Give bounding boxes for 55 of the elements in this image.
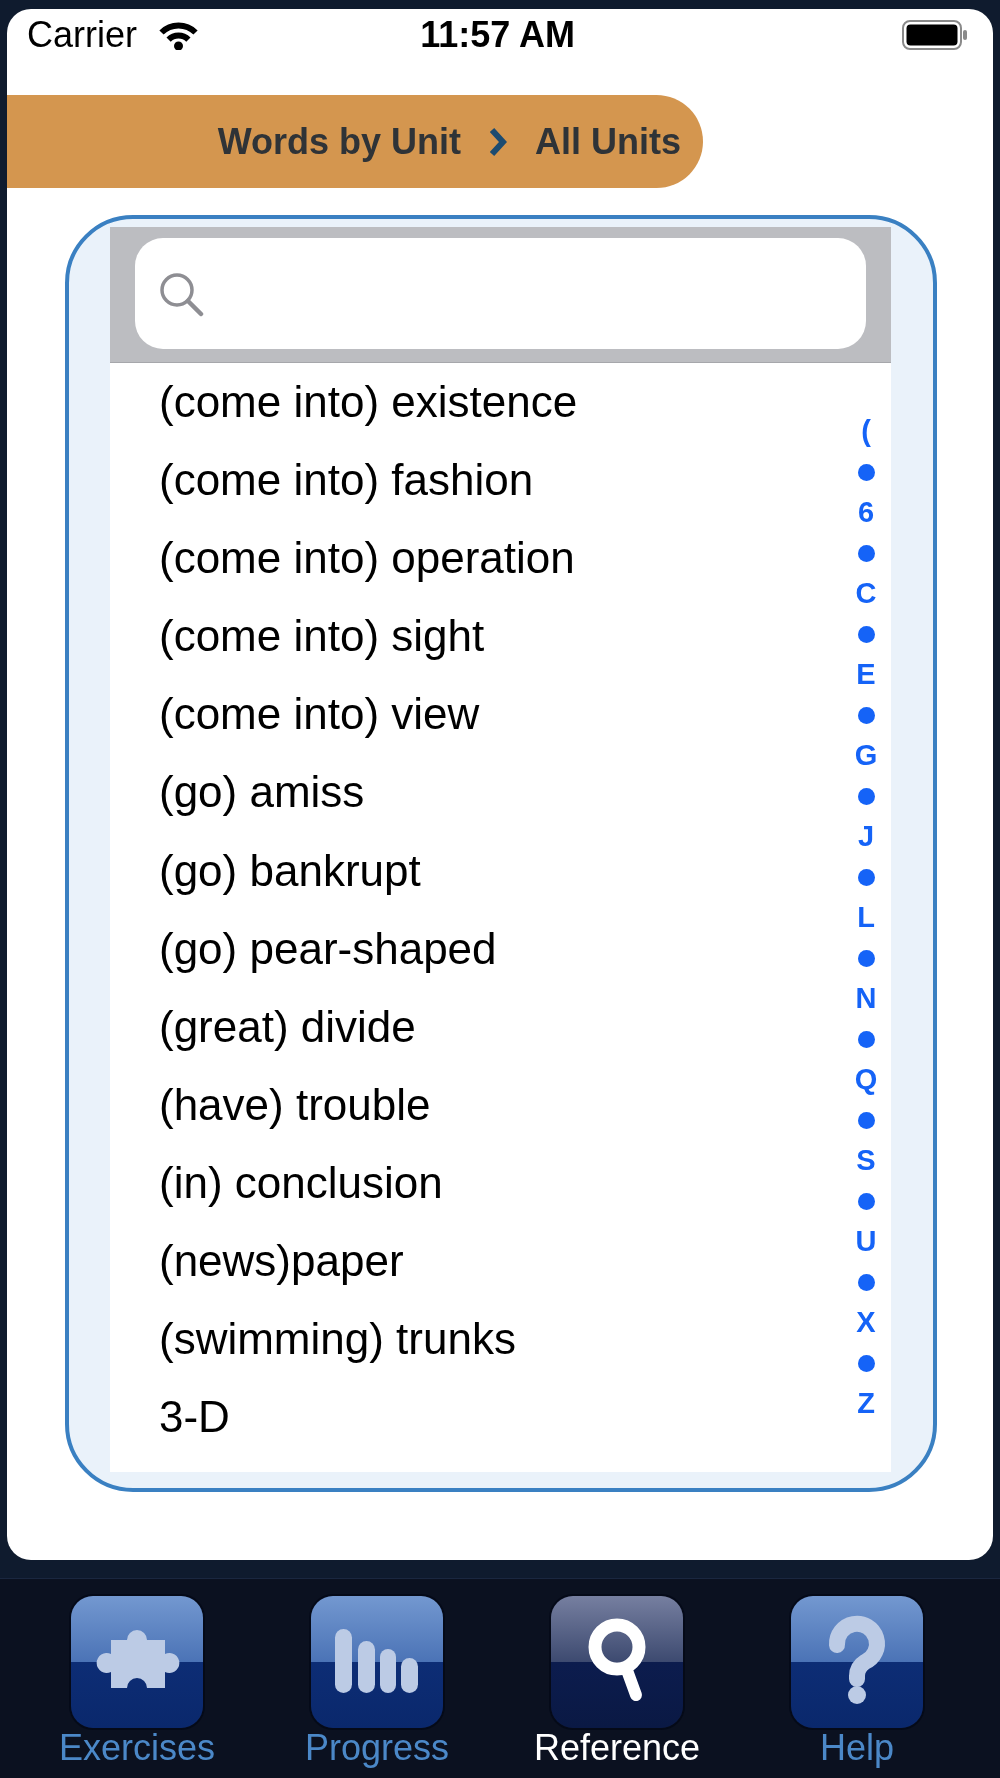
word-item[interactable]: (in) conclusion	[110, 1143, 443, 1223]
tab-item[interactable]: Help	[791, 1596, 923, 1768]
index-letter[interactable]: X	[856, 1302, 876, 1343]
index-letter[interactable]: (	[861, 411, 871, 452]
index-letter[interactable]: 6	[857, 492, 875, 533]
breadcrumb-link[interactable]: Words by Unit	[217, 120, 461, 163]
index-dot-icon[interactable]	[857, 1030, 875, 1048]
breadcrumb-current: All Units	[535, 120, 681, 163]
index-letter[interactable]: L	[857, 897, 875, 938]
index-dot-icon[interactable]	[857, 868, 875, 886]
word-item[interactable]: 3-D	[110, 1378, 230, 1457]
word-item[interactable]: (news)paper	[110, 1222, 404, 1301]
puzzle-piece-icon	[71, 1596, 203, 1728]
index-dot-icon[interactable]	[857, 544, 875, 562]
index-letter[interactable]: U	[855, 1221, 877, 1262]
index-letter[interactable]: N	[855, 978, 877, 1019]
word-item[interactable]: (go) amiss	[110, 753, 365, 832]
index-dot-icon[interactable]	[857, 706, 875, 724]
search-icon	[551, 1596, 683, 1728]
index-letter[interactable]: J	[857, 816, 875, 857]
index-letter[interactable]: S	[856, 1140, 876, 1181]
index-letter[interactable]: E	[856, 654, 876, 695]
search-field[interactable]	[135, 238, 866, 349]
index-letter[interactable]: Q	[854, 1059, 878, 1100]
status-time: 11:57 AM	[420, 14, 575, 56]
index-dot-icon[interactable]	[857, 1111, 875, 1129]
word-item[interactable]: (come into) view	[110, 675, 480, 754]
word-item[interactable]: (come into) operation	[110, 519, 575, 598]
word-item[interactable]: (come into) fashion	[110, 441, 534, 520]
index-dot-icon[interactable]	[857, 1192, 875, 1210]
index-dot-icon[interactable]	[857, 787, 875, 805]
tab-item[interactable]: Exercises	[58, 1596, 215, 1768]
carrier-name: Carrier	[27, 14, 137, 56]
index-dot-icon[interactable]	[857, 1354, 875, 1372]
tab-item[interactable]: Reference	[533, 1596, 701, 1768]
word-item[interactable]: (come into) sight	[110, 597, 485, 676]
index-dot-icon[interactable]	[857, 625, 875, 643]
index-dot-icon[interactable]	[857, 949, 875, 967]
index-dot-icon[interactable]	[857, 463, 875, 481]
bar-chart-icon	[311, 1596, 443, 1728]
word-item[interactable]: (come into) existence	[110, 363, 578, 442]
word-item[interactable]: (swimming) trunks	[110, 1300, 516, 1379]
tab-item[interactable]: Progress	[304, 1596, 450, 1768]
index-letter[interactable]: Z	[857, 1383, 875, 1424]
index-letter[interactable]: G	[854, 735, 878, 776]
chevron-icon	[489, 126, 507, 157]
search-icon	[158, 270, 204, 317]
index-letter[interactable]: C	[855, 573, 877, 614]
word-item[interactable]: (have) trouble	[110, 1065, 431, 1144]
index-dot-icon[interactable]	[857, 1273, 875, 1291]
question-mark-icon	[791, 1596, 923, 1728]
battery-icon	[902, 20, 968, 50]
word-item[interactable]: (go) pear-shaped	[110, 909, 497, 988]
word-item[interactable]: (great) divide	[110, 987, 416, 1066]
word-item[interactable]: (go) bankrupt	[110, 831, 421, 910]
